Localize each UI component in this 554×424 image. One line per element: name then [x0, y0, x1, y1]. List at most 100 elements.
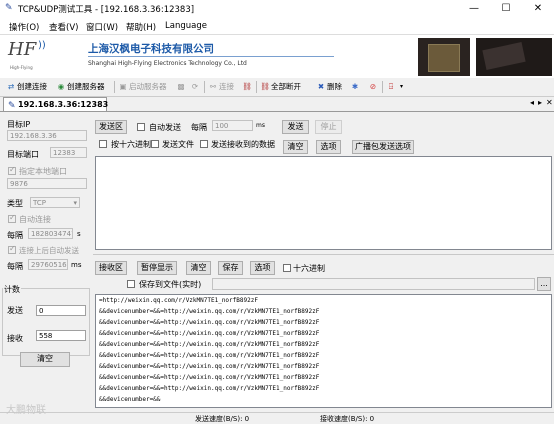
auto-send-after-connect-label: 连接上后自动发送	[19, 246, 79, 255]
target-ip-field[interactable]: 192.168.3.36	[7, 130, 87, 141]
auto-send-label: 自动发送	[149, 123, 181, 132]
type-select[interactable]: TCP ▾	[30, 197, 80, 208]
send-button[interactable]: 发送	[282, 120, 309, 134]
receive-line: &&devicenumber=&&=http://weixin.qq.com/r…	[99, 330, 320, 337]
send-options-button[interactable]: 选项	[316, 140, 341, 154]
stop-send-button[interactable]: 停止	[315, 120, 342, 134]
disconnect-all-button[interactable]: ⛓全部断开	[260, 80, 301, 94]
start-server-label: 启动服务器	[129, 82, 167, 91]
menu-bar: 操作(O) 查看(V) 窗口(W) 帮助(H) Language	[0, 18, 554, 34]
minimize-button[interactable]: —	[458, 0, 490, 18]
auto-connect-unit: s	[77, 230, 81, 238]
menu-operate[interactable]: 操作(O)	[9, 21, 39, 33]
send-interval-field[interactable]: 29760516	[28, 259, 68, 270]
send-textarea[interactable]	[95, 156, 552, 250]
stop-server-button[interactable]: ▩	[176, 80, 187, 94]
product-photo-board	[476, 38, 552, 76]
toolbar-overflow-chevron-icon[interactable]: ▾	[400, 80, 403, 94]
create-server-button[interactable]: ◉ 创建服务器	[56, 80, 105, 94]
menu-language[interactable]: Language	[165, 21, 207, 31]
receive-textarea[interactable]: =http://weixin.qq.com/r/VzkMN7TE1_norfB8…	[95, 294, 552, 408]
stop-button[interactable]: ⊘	[368, 80, 379, 94]
tab-connection-label: 192.168.3.36:12383	[18, 100, 109, 109]
create-server-label: 创建服务器	[67, 82, 105, 91]
send-interval-ms-field[interactable]: 100	[212, 120, 253, 131]
company-banner: HF )) High-Flying 上海汉枫电子科技有限公司 Shanghai …	[0, 34, 554, 80]
connect-button[interactable]: ⚯ 连接	[208, 80, 234, 94]
auto-send-checkbox[interactable]	[137, 123, 145, 131]
banner-divider	[88, 56, 334, 57]
exit-button[interactable]: ⍈	[386, 80, 397, 94]
toolbar-separator	[382, 81, 383, 93]
tab-close-icon[interactable]: ✕	[546, 98, 553, 107]
connection-settings-panel: 目标IP 192.168.3.36 目标端口 12383 指定本地端口 9876…	[0, 112, 91, 412]
tab-prev-icon[interactable]: ◂	[530, 98, 534, 107]
auto-send-after-connect-checkbox[interactable]	[8, 244, 16, 254]
bind-local-port-label: 指定本地端口	[19, 167, 67, 176]
auto-connect-checkbox[interactable]	[8, 213, 16, 223]
menu-window[interactable]: 窗口(W)	[86, 21, 118, 33]
tab-connection[interactable]: ✎ 192.168.3.36:12383	[3, 97, 109, 111]
save-file-path-field[interactable]	[212, 278, 535, 290]
send-interval-unit: ms	[71, 261, 82, 269]
delete-icon: ✖	[317, 82, 325, 91]
connect-label: 连接	[219, 82, 234, 91]
chevron-down-icon: ▾	[73, 199, 77, 207]
disconnect-button[interactable]: ⛓	[242, 80, 253, 94]
type-value: TCP	[33, 199, 46, 207]
refresh-icon: ⟳	[191, 82, 199, 91]
send-file-checkbox[interactable]	[151, 140, 159, 148]
toolbar: ⇄ 创建连接 ◉ 创建服务器 ▣ 启动服务器 ▩ ⟳ ⚯ 连接 ⛓ ⛓全部断开 ✖ 删除 …	[0, 78, 554, 97]
save-to-file-checkbox[interactable]	[127, 280, 135, 288]
receive-save-button[interactable]: 保存	[218, 261, 243, 275]
tab-next-icon[interactable]: ▸	[538, 98, 542, 107]
pause-display-button[interactable]: 暂停显示	[137, 261, 177, 275]
toolbar-separator	[204, 81, 205, 93]
app-icon: ✎	[5, 3, 13, 13]
target-port-field[interactable]: 12383	[50, 147, 87, 158]
receive-line: &&devicenumber=&&=http://weixin.qq.com/r…	[99, 319, 320, 326]
start-server-button[interactable]: ▣ 启动服务器	[118, 80, 167, 94]
send-interval-ms-unit: ms	[256, 122, 265, 129]
menu-view[interactable]: 查看(V)	[49, 21, 78, 33]
maximize-button[interactable]: ☐	[490, 0, 522, 18]
start-server-icon: ▣	[119, 82, 127, 91]
toolbar-separator	[114, 81, 115, 93]
create-connection-button[interactable]: ⇄ 创建连接	[6, 80, 47, 94]
disconnect-icon: ⛓	[242, 82, 252, 91]
receive-area-label: 接收区	[95, 261, 127, 275]
menu-help[interactable]: 帮助(H)	[126, 21, 156, 33]
receive-line: &&devicenumber=&&=http://weixin.qq.com/r…	[99, 363, 320, 370]
refresh-button[interactable]: ⟳	[190, 80, 201, 94]
receive-clear-button[interactable]: 清空	[186, 261, 211, 275]
send-received-checkbox[interactable]	[200, 140, 208, 148]
exit-icon: ⍈	[388, 82, 394, 91]
receive-options-button[interactable]: 选项	[250, 261, 275, 275]
receive-line: &&devicenumber=&&=http://weixin.qq.com/r…	[99, 374, 320, 381]
auto-connect-interval-field[interactable]: 1828034747	[28, 228, 73, 239]
broadcast-options-button[interactable]: 广播包发送选项	[352, 140, 414, 154]
clear-count-button[interactable]: 清空	[20, 352, 70, 367]
local-port-field[interactable]: 9876	[7, 178, 87, 189]
sent-count-label: 发送	[7, 306, 23, 315]
watermark: 大鹏物联	[6, 405, 46, 416]
clear-all-button[interactable]: ✱	[350, 80, 361, 94]
send-interval-label: 每隔	[191, 123, 207, 132]
company-name: 上海汉枫电子科技有限公司	[88, 43, 214, 55]
delete-button[interactable]: ✖ 删除	[316, 80, 342, 94]
receive-speed: 接收速度(B/S): 0	[320, 415, 375, 423]
close-button[interactable]: ✕	[522, 0, 554, 18]
receive-line: &&devicenumber=&&	[99, 396, 161, 403]
received-count-label: 接收	[7, 334, 23, 343]
disconnect-all-icon: ⛓	[260, 82, 270, 91]
target-ip-label: 目标IP	[7, 120, 31, 129]
send-clear-button[interactable]: 清空	[283, 140, 308, 154]
bind-local-port-checkbox[interactable]	[8, 165, 16, 175]
send-hex-checkbox[interactable]	[99, 140, 107, 148]
receive-line: &&devicenumber=&&=http://weixin.qq.com/r…	[99, 385, 320, 392]
browse-button[interactable]: ...	[537, 277, 551, 291]
receive-hex-checkbox[interactable]	[283, 264, 291, 272]
wifi-icon: ))	[38, 40, 46, 51]
sent-count-field: 0	[36, 305, 86, 316]
received-count-field: 558	[36, 330, 86, 341]
